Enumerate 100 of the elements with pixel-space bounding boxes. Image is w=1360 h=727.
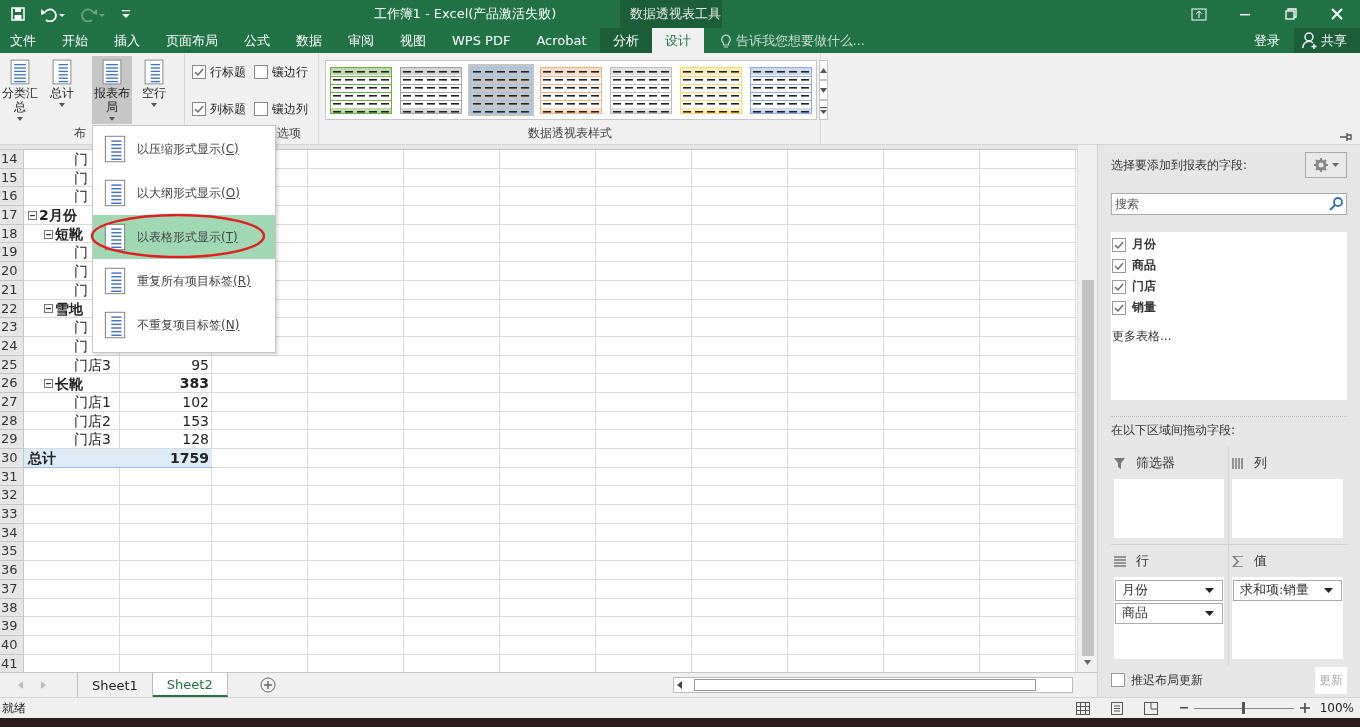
menu-item[interactable]: 以大纲形式显示(O) bbox=[93, 171, 275, 215]
scroll-up-icon bbox=[820, 66, 827, 74]
menu-item[interactable]: 不重复项目标签(N) bbox=[93, 303, 275, 347]
scroll-down-button[interactable] bbox=[819, 80, 828, 100]
scroll-left-icon[interactable] bbox=[677, 681, 682, 689]
share-button[interactable]: 共享 bbox=[1294, 28, 1360, 53]
tell-me-field[interactable]: 告诉我您想要做什么... bbox=[735, 31, 865, 50]
horizontal-scrollbar[interactable] bbox=[673, 677, 1073, 693]
group-label: 选项 bbox=[276, 125, 302, 142]
row-number: 19 bbox=[0, 243, 24, 263]
table-cell-text: 门店1 bbox=[73, 392, 112, 412]
field-checkbox[interactable]: 月份 bbox=[1112, 234, 1346, 255]
ribbon-tab[interactable]: 分析 bbox=[599, 28, 652, 53]
style-thumbnail[interactable] bbox=[538, 64, 604, 116]
undo-icon[interactable] bbox=[40, 6, 66, 22]
scroll-up-button[interactable] bbox=[819, 60, 828, 80]
menu-item[interactable]: 重复所有项目标签(R) bbox=[93, 259, 275, 303]
sign-in-link[interactable]: 登录 bbox=[1240, 28, 1294, 53]
sigma-icon bbox=[1232, 555, 1244, 567]
ribbon-button[interactable]: 总计 bbox=[42, 56, 82, 124]
collapse-icon[interactable] bbox=[28, 210, 37, 220]
area-field[interactable]: 商品 bbox=[1115, 603, 1223, 624]
layout-icon bbox=[103, 178, 127, 208]
style-thumbnail[interactable] bbox=[398, 64, 464, 116]
scrollbar-thumb[interactable] bbox=[1081, 280, 1094, 656]
checkbox[interactable]: 镶边列 bbox=[254, 101, 308, 117]
ribbon-tab[interactable]: 视图 bbox=[387, 28, 439, 53]
menu-item[interactable]: 以压缩形式显示(C) bbox=[93, 127, 275, 171]
checkbox[interactable]: 镶边行 bbox=[254, 64, 308, 80]
checkbox[interactable]: 列标题 bbox=[192, 101, 246, 117]
normal-view-icon[interactable] bbox=[1075, 701, 1090, 715]
collapse-icon[interactable] bbox=[44, 304, 53, 314]
ribbon-tab[interactable]: 页面布局 bbox=[153, 28, 231, 53]
table-cell-text: 门 bbox=[73, 318, 89, 337]
checkbox[interactable]: 推迟布局更新 bbox=[1111, 671, 1203, 689]
area-label: 行 bbox=[1136, 552, 1149, 570]
field-checkbox[interactable]: 商品 bbox=[1112, 255, 1346, 276]
collapse-icon[interactable] bbox=[44, 379, 53, 389]
table-style-drawing bbox=[330, 66, 392, 114]
scrollbar-thumb[interactable] bbox=[694, 679, 1036, 691]
table-cell-text: 门 bbox=[73, 150, 89, 169]
ribbon-tab[interactable]: 设计 bbox=[651, 28, 704, 53]
collapse-icon[interactable] bbox=[44, 229, 53, 239]
zoom-out-icon[interactable] bbox=[1179, 704, 1188, 712]
table-cell: 总计 bbox=[24, 449, 120, 468]
zoom-in-icon[interactable] bbox=[1299, 703, 1310, 713]
save-icon[interactable] bbox=[10, 6, 26, 22]
table-cell-text: 门 bbox=[73, 243, 89, 263]
table-cell-text: 95 bbox=[190, 355, 210, 375]
table-cell-text: 门店2 bbox=[73, 411, 112, 431]
ribbon-tab[interactable]: 审阅 bbox=[335, 28, 387, 53]
layout-icon bbox=[103, 222, 127, 252]
checkmark-icon bbox=[1114, 239, 1124, 250]
settings-button[interactable] bbox=[1305, 152, 1347, 178]
ribbon-tab[interactable]: 文件 bbox=[0, 28, 49, 53]
area-field[interactable]: 求和项:销量 bbox=[1233, 580, 1342, 601]
add-sheet-icon[interactable] bbox=[259, 677, 276, 693]
sheet-tab[interactable]: Sheet2 bbox=[152, 673, 228, 697]
ribbon-tab[interactable]: 开始 bbox=[49, 28, 101, 53]
row-number: 33 bbox=[0, 505, 24, 524]
ribbon-display-icon[interactable] bbox=[1191, 7, 1207, 21]
restore-icon[interactable] bbox=[1285, 7, 1297, 20]
row-number: 23 bbox=[0, 318, 24, 337]
context-title: 数据透视表工具 bbox=[620, 0, 722, 28]
more-button[interactable] bbox=[819, 100, 828, 120]
ribbon-tab[interactable]: 插入 bbox=[101, 28, 153, 53]
more-tables-link[interactable]: 更多表格... bbox=[1112, 328, 1172, 345]
style-thumbnail[interactable] bbox=[678, 64, 744, 116]
field-checkbox[interactable]: 门店 bbox=[1112, 276, 1346, 297]
search-field[interactable]: 搜索 bbox=[1111, 193, 1347, 215]
pin-icon[interactable] bbox=[1339, 132, 1352, 142]
customize-icon[interactable] bbox=[120, 7, 132, 21]
ribbon-button[interactable]: 空行 bbox=[134, 56, 174, 124]
checkbox[interactable]: 行标题 bbox=[192, 64, 246, 80]
rows-icon bbox=[1114, 555, 1126, 567]
more-icon bbox=[820, 106, 827, 114]
style-thumbnail[interactable] bbox=[608, 64, 674, 116]
zoom-level[interactable]: 100% bbox=[1319, 701, 1354, 715]
ribbon-tab[interactable]: 公式 bbox=[231, 28, 283, 53]
area-field[interactable]: 月份 bbox=[1115, 580, 1223, 601]
areas-heading: 在以下区域间拖动字段: bbox=[1111, 416, 1347, 446]
ribbon-tab[interactable]: 数据 bbox=[283, 28, 335, 53]
layout-icon bbox=[103, 134, 127, 164]
style-thumbnail[interactable] bbox=[748, 64, 814, 116]
table-style-drawing bbox=[400, 66, 462, 114]
page-break-icon[interactable] bbox=[1143, 701, 1158, 715]
table-cell-text: 门 bbox=[73, 187, 89, 207]
ribbon-tab[interactable]: WPS PDF bbox=[439, 28, 524, 53]
style-thumbnail[interactable] bbox=[328, 64, 394, 116]
scroll-down-icon[interactable] bbox=[1083, 659, 1092, 666]
close-icon[interactable] bbox=[1331, 7, 1343, 20]
ribbon-button[interactable]: 报表布局 bbox=[92, 56, 132, 124]
field-checkbox[interactable]: 销量 bbox=[1112, 297, 1346, 318]
person-add-icon bbox=[1302, 32, 1317, 49]
table-cell-text: 383 bbox=[178, 374, 210, 393]
ribbon-tab[interactable]: Acrobat bbox=[523, 28, 600, 53]
page-layout-icon[interactable] bbox=[1109, 701, 1124, 715]
ribbon-button[interactable]: 分类汇总 bbox=[0, 56, 40, 124]
style-thumbnail[interactable] bbox=[468, 64, 534, 116]
pane-heading: 选择要添加到报表的字段: bbox=[1111, 156, 1248, 174]
